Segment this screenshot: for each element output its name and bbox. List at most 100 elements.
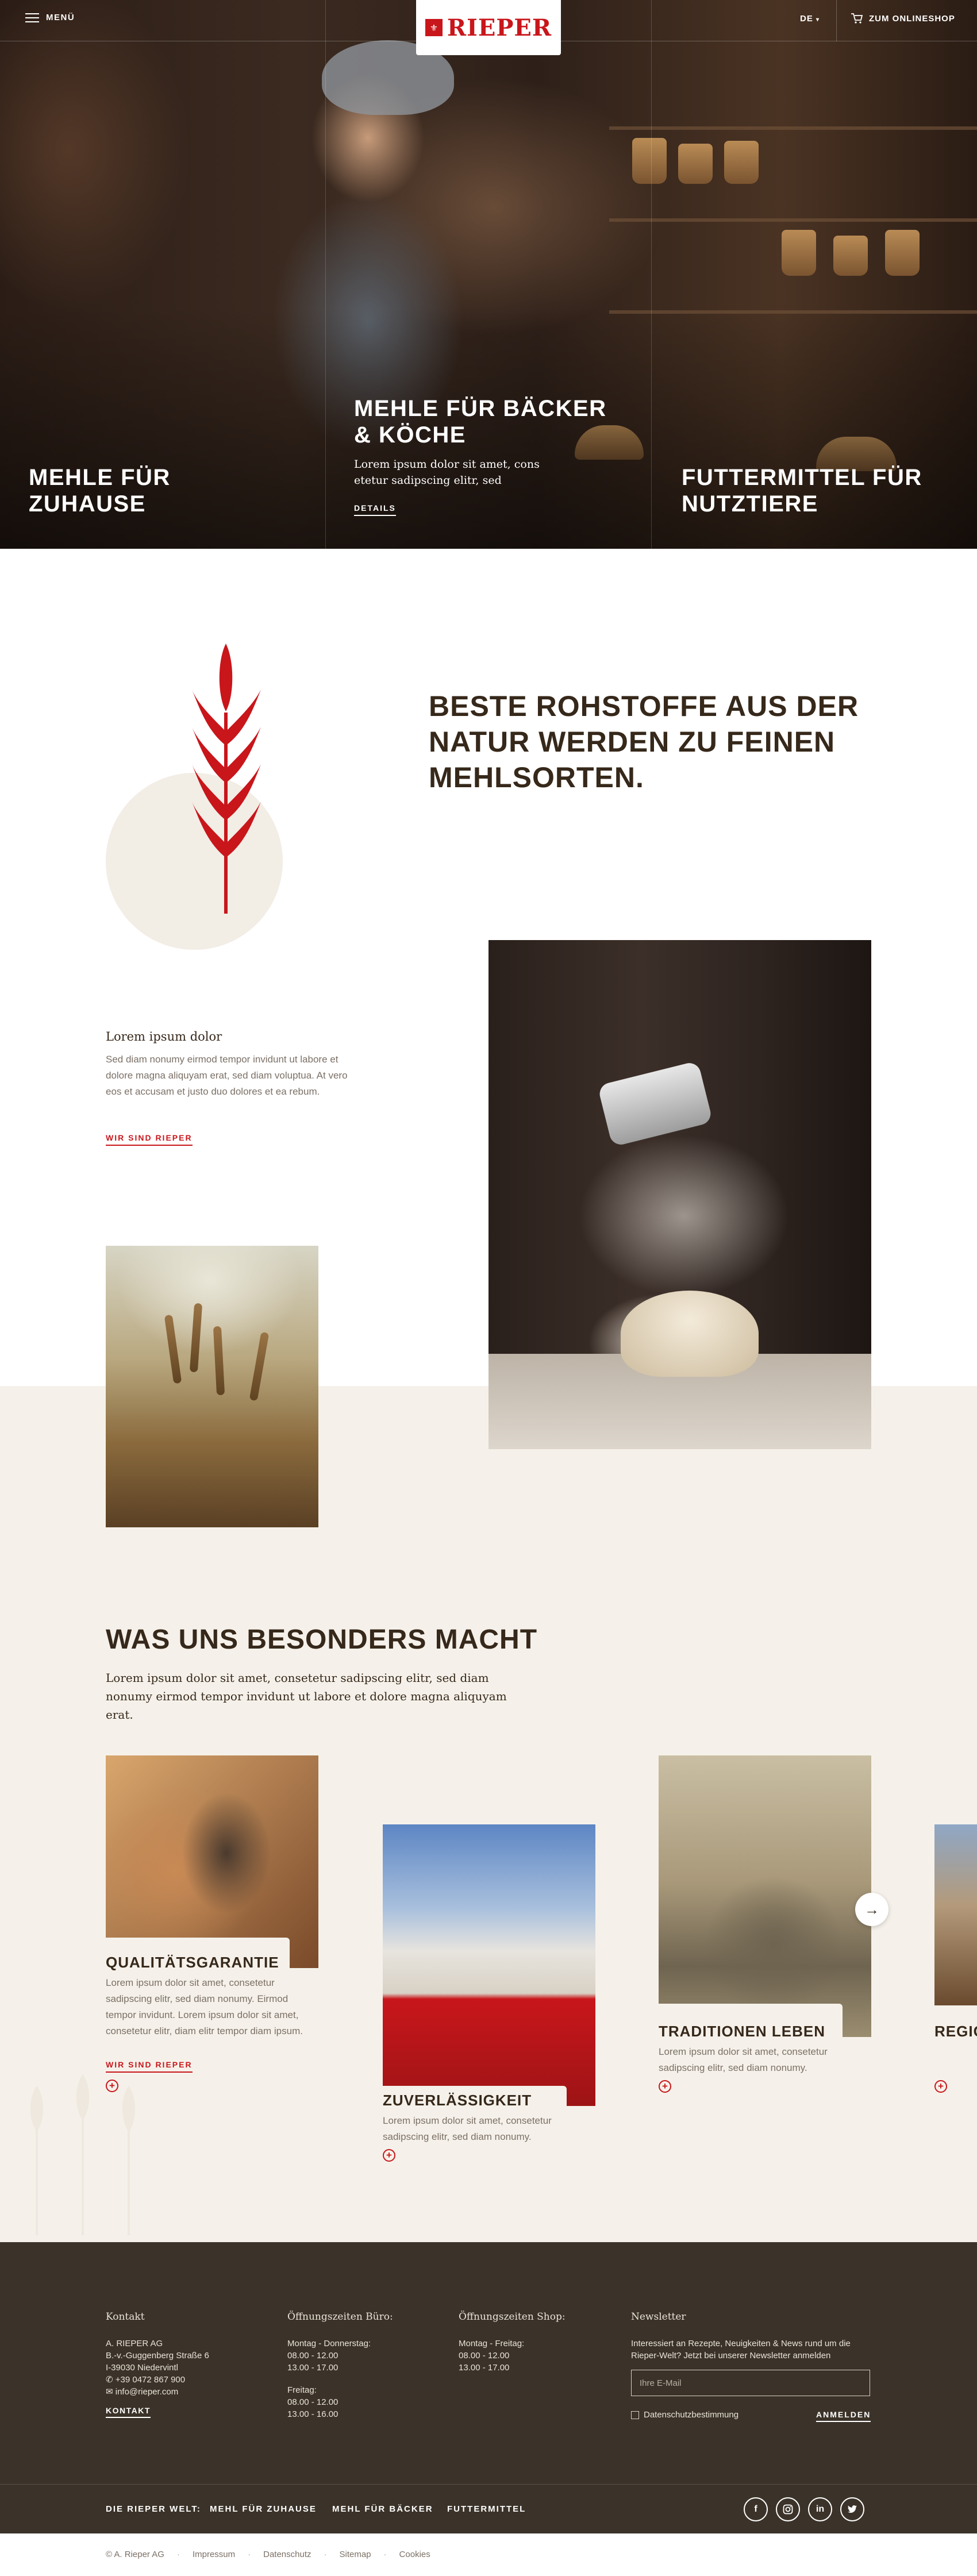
footer-newsletter: Newsletter Interessiert an Rezepte, Neui… [631,2311,878,2438]
chevron-down-icon: ▾ [816,17,820,23]
street: B.-v.-Guggenberg Straße 6 [106,2351,209,2361]
hero-text: Lorem ipsum dolor sit amet, cons etetur … [354,458,540,487]
shop-label: ZUM ONLINESHOP [869,13,955,24]
newsletter-email-input[interactable] [631,2370,870,2396]
menu-label: MENÜ [46,13,75,22]
bread-bag [678,144,713,184]
privacy-link[interactable]: Datenschutz [263,2550,311,2559]
privacy-label: Datenschutzbestimmung [644,2410,739,2420]
hero-title: MEHLE FÜR ZUHAUSE [29,465,171,517]
email[interactable]: ✉ info@rieper.com [106,2386,209,2398]
online-shop-link[interactable]: ZUM ONLINESHOP [851,13,955,24]
facebook-icon[interactable]: f [744,2497,768,2521]
newsletter-submit-button[interactable]: ANMELDEN [816,2410,871,2422]
card-tradition[interactable]: TRADITIONEN LEBEN Lorem ipsum dolor sit … [659,1755,877,2100]
intro-subtitle: Lorem ipsum dolor [106,1030,222,1044]
plus-icon[interactable]: + [659,2080,671,2093]
section-title: WAS UNS BESONDERS MACHT [106,1624,538,1655]
card-text: Lorem ipsum dolor sit amet, consetetur s… [106,1977,303,2036]
privacy-checkbox[interactable]: Datenschutzbestimmung [631,2410,738,2420]
plus-icon[interactable]: + [934,2080,947,2093]
footer-link-baker-flour[interactable]: MEHL FÜR BÄCKER [332,2504,433,2514]
sieve [597,1060,713,1148]
divider [836,0,837,41]
truck-image [383,1824,595,2106]
mail-icon: ✉ [106,2387,116,2397]
hero-divider [325,0,326,549]
wheat-field-image [106,1246,318,1527]
city: I-39030 Niedervintl [106,2363,178,2373]
contact-link[interactable]: KONTAKT [106,2406,151,2418]
cookies-link[interactable]: Cookies [399,2550,430,2559]
checkbox-icon [631,2411,639,2419]
plus-icon[interactable]: + [383,2149,395,2162]
twitter-icon[interactable] [840,2497,864,2521]
bread-bag [833,236,868,276]
decorative-wheat-icon [30,2074,136,2235]
bread-bag [885,230,920,276]
hero-title: MEHLE FÜR BÄCKER & KÖCHE [354,396,607,448]
intro-heading: BESTE ROHSTOFFE AUS DER NATUR WERDEN ZU … [429,690,859,794]
hero-title: FUTTERMITTEL FÜR NUTZTIERE [682,465,922,517]
hero-column-home[interactable]: MEHLE FÜR ZUHAUSE [29,464,259,517]
footer-link-home-flour[interactable]: MEHL FÜR ZUHAUSE [210,2504,317,2514]
bread-bag [782,230,816,276]
region-image [934,1824,977,2005]
card-title: TRADITIONEN LEBEN [659,2023,825,2040]
section-text: Lorem ipsum dolor sit amet, consetetur s… [106,1671,507,1722]
wheat-ear [249,1331,270,1401]
language-selector[interactable]: DE ▾ [800,14,820,24]
wheat-ear [164,1314,182,1384]
company-name: A. RIEPER AG [106,2339,163,2348]
logo-text: RIEPER [447,14,552,41]
menu-button[interactable]: MENÜ [25,13,75,22]
legal-bar: © A. Rieper AG · Impressum · Datenschutz… [0,2533,977,2576]
card-title: ZUVERLÄSSIGKEIT [383,2092,532,2109]
sitemap-link[interactable]: Sitemap [340,2550,371,2559]
newsletter-text: Interessiert an Rezepte, Neuigkeiten & N… [631,2339,851,2361]
carousel-next-button[interactable]: → [855,1893,888,1926]
world-label: DIE RIEPER WELT: [106,2504,201,2514]
shelf [609,218,977,222]
footer-heading: Öffnungszeiten Shop: [459,2311,566,2323]
footer-heading: Öffnungszeiten Büro: [287,2311,393,2323]
card-reliability[interactable]: ZUVERLÄSSIGKEIT Lorem ipsum dolor sit am… [383,1824,601,2169]
bread-hands-image [106,1755,318,1968]
phone[interactable]: ✆ +39 0472 867 900 [106,2374,209,2386]
phone-icon: ✆ [106,2375,116,2385]
shop-time: 08.00 - 12.00 [459,2351,510,2361]
historic-truck-image [659,1755,871,2037]
card-title: QUALITÄTSGARANTIE [106,1954,279,1971]
email-address: info@rieper.com [115,2387,179,2397]
sub-footer: DIE RIEPER WELT: MEHL FÜR ZUHAUSE MEHL F… [0,2484,977,2533]
footer-link-feed[interactable]: FUTTERMITTEL [447,2504,526,2514]
office-time: 08.00 - 12.00 [287,2351,339,2361]
intro-text: Sed diam nonumy eirmod tempor invidunt u… [106,1054,348,1097]
logo-emblem-icon: ⚜ [425,19,443,36]
cart-icon [851,13,863,24]
bread-bag [724,141,759,184]
footer-office-hours: Öffnungszeiten Büro: Montag - Donnerstag… [287,2311,393,2420]
card-region[interactable]: REGIO + [934,1824,977,2100]
footer-heading: Newsletter [631,2311,686,2323]
card-quality[interactable]: QUALITÄTSGARANTIE Lorem ipsum dolor sit … [106,1755,324,2092]
linkedin-icon[interactable]: in [808,2497,832,2521]
phone-number: +39 0472 867 900 [115,2375,186,2385]
footer-contact: Kontakt A. RIEPER AG B.-v.-Guggenberg St… [106,2311,209,2418]
copyright: © A. Rieper AG [106,2550,164,2559]
footer-heading: Kontakt [106,2311,145,2323]
imprint-link[interactable]: Impressum [193,2550,235,2559]
about-link[interactable]: WIR SIND RIEPER [106,1133,193,1146]
rieper-logo[interactable]: ⚜ RIEPER [416,0,561,55]
instagram-icon[interactable] [776,2497,800,2521]
hero-column-feed[interactable]: FUTTERMITTEL FÜR NUTZTIERE [682,464,946,517]
shop-time: 13.00 - 17.00 [459,2363,510,2373]
wheat-ear [189,1303,203,1373]
office-time: 08.00 - 12.00 [287,2397,339,2407]
language-label: DE [800,14,813,24]
footer-shop-hours: Öffnungszeiten Shop: Montag - Freitag: 0… [459,2311,566,2374]
card-text: Lorem ipsum dolor sit amet, consetetur s… [659,2046,828,2073]
legal-links: © A. Rieper AG · Impressum · Datenschutz… [106,2550,430,2559]
details-link[interactable]: DETAILS [354,503,396,516]
hero-column-bakers[interactable]: MEHLE FÜR BÄCKER & KÖCHE Lorem ipsum dol… [354,395,618,516]
